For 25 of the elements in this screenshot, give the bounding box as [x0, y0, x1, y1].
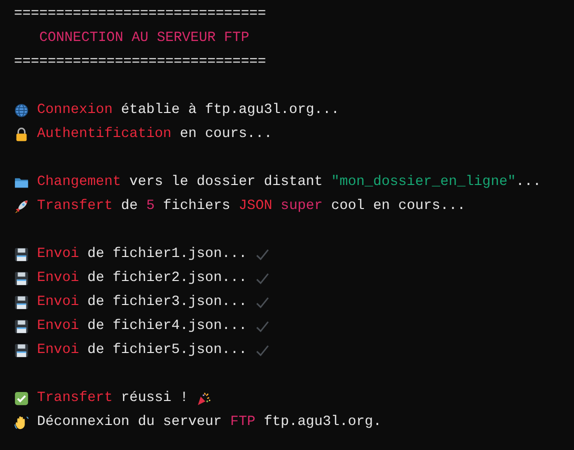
check-icon [14, 390, 29, 406]
rocket-icon [14, 198, 29, 214]
output-line: Transfert réussi ! [37, 389, 188, 408]
party-popper-icon [196, 390, 212, 406]
separator-line: ============================== [14, 5, 266, 24]
separator-line: ============================== [14, 53, 266, 72]
output-line: Changement vers le dossier distant "mon_dossier_en_ligne"... [37, 173, 542, 192]
lock-icon [14, 126, 29, 142]
output-line: Envoi de fichier3.json... [37, 293, 248, 312]
output-line: Envoi de fichier5.json... [37, 341, 248, 360]
waving-hand-icon [14, 414, 29, 430]
banner-title: CONNECTION AU SERVEUR FTP [39, 29, 250, 48]
globe-icon [14, 102, 29, 118]
output-line: Déconnexion du serveur FTP ftp.agu3l.org. [37, 413, 382, 432]
checkmark-icon [255, 270, 270, 286]
output-line: Connexion établie à ftp.agu3l.org... [37, 101, 340, 120]
checkmark-icon [255, 246, 270, 262]
checkmark-icon [255, 318, 270, 334]
output-line: Envoi de fichier4.json... [37, 317, 248, 336]
output-line: Envoi de fichier1.json... [37, 245, 248, 264]
output-line: Authentification en cours... [37, 125, 272, 144]
checkmark-icon [255, 342, 270, 358]
checkmark-icon [255, 294, 270, 310]
output-line: Transfert de 5 fichiers JSON super cool en cours... [37, 197, 466, 216]
output-line: Envoi de fichier2.json... [37, 269, 248, 288]
